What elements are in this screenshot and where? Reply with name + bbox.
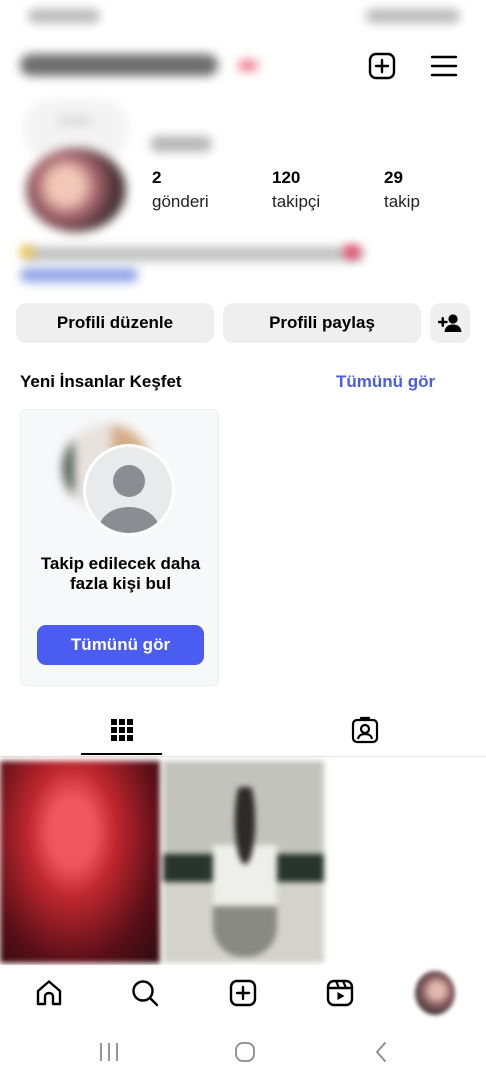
tab-posts-grid[interactable] [0, 706, 243, 754]
system-home-button[interactable] [225, 1036, 265, 1068]
system-home-icon [235, 1042, 255, 1062]
create-button[interactable] [366, 50, 398, 82]
stat-posts[interactable]: 2 gönderi [152, 168, 209, 212]
recent-apps-button[interactable] [89, 1036, 129, 1068]
suggestion-text: Takip edilecek daha fazla kişi bul [40, 554, 201, 593]
recent-apps-icon [100, 1043, 118, 1061]
create-post-icon [229, 979, 257, 1007]
suggestion-avatar [83, 444, 175, 536]
see-all-button[interactable]: Tümünü gör [37, 625, 204, 665]
default-avatar-icon [99, 465, 159, 533]
grid-icon [110, 719, 133, 741]
following-label: takip [384, 192, 420, 211]
share-profile-button[interactable]: Profili paylaş [223, 303, 421, 343]
suggestion-card: Takip edilecek daha fazla kişi bul Tümün… [20, 409, 219, 686]
system-nav-bar [0, 1024, 486, 1080]
display-name [150, 136, 212, 152]
followers-count: 120 [272, 168, 301, 187]
search-icon [132, 980, 159, 1007]
add-person-icon [438, 314, 462, 332]
post-thumbnail[interactable] [0, 761, 160, 963]
divider [0, 756, 486, 757]
edit-profile-button[interactable]: Profili düzenle [16, 303, 214, 343]
nav-search[interactable] [125, 973, 165, 1013]
bio-emoji [20, 245, 34, 259]
status-time [28, 9, 100, 23]
active-tab-indicator [81, 753, 162, 755]
nav-profile[interactable] [415, 971, 455, 1015]
stat-following[interactable]: 29 takip [384, 168, 420, 212]
profile-header [0, 42, 486, 90]
create-icon [368, 52, 396, 80]
reels-icon [326, 979, 354, 1007]
nav-reels[interactable] [320, 973, 360, 1013]
discover-people-button[interactable] [430, 303, 470, 343]
username[interactable] [20, 54, 218, 76]
posts-label: gönderi [152, 192, 209, 211]
posts-count: 2 [152, 168, 162, 187]
status-bar [0, 0, 486, 34]
nav-home[interactable] [29, 973, 69, 1013]
tab-tagged[interactable] [243, 706, 486, 754]
profile-avatar-small [415, 971, 455, 1015]
nav-create[interactable] [223, 973, 263, 1013]
following-count: 29 [384, 168, 403, 187]
home-icon [36, 980, 62, 1006]
followers-label: takipçi [272, 192, 321, 211]
profile-avatar[interactable] [26, 148, 126, 232]
bio-text [24, 247, 364, 261]
post-thumbnail[interactable] [163, 761, 324, 963]
back-icon [376, 1042, 386, 1062]
notification-dot [238, 60, 258, 71]
bottom-nav [0, 965, 486, 1021]
discover-title: Yeni İnsanlar Keşfet [20, 372, 182, 391]
system-back-button[interactable] [361, 1036, 401, 1068]
stat-followers[interactable]: 120 takipçi [272, 168, 320, 212]
menu-button[interactable] [428, 50, 460, 82]
status-icons [366, 9, 460, 23]
see-all-link[interactable]: Tümünü gör [336, 372, 435, 392]
menu-icon [430, 55, 458, 77]
bio-emoji [344, 245, 360, 259]
bio-link[interactable] [20, 268, 138, 282]
tagged-icon [351, 716, 378, 744]
